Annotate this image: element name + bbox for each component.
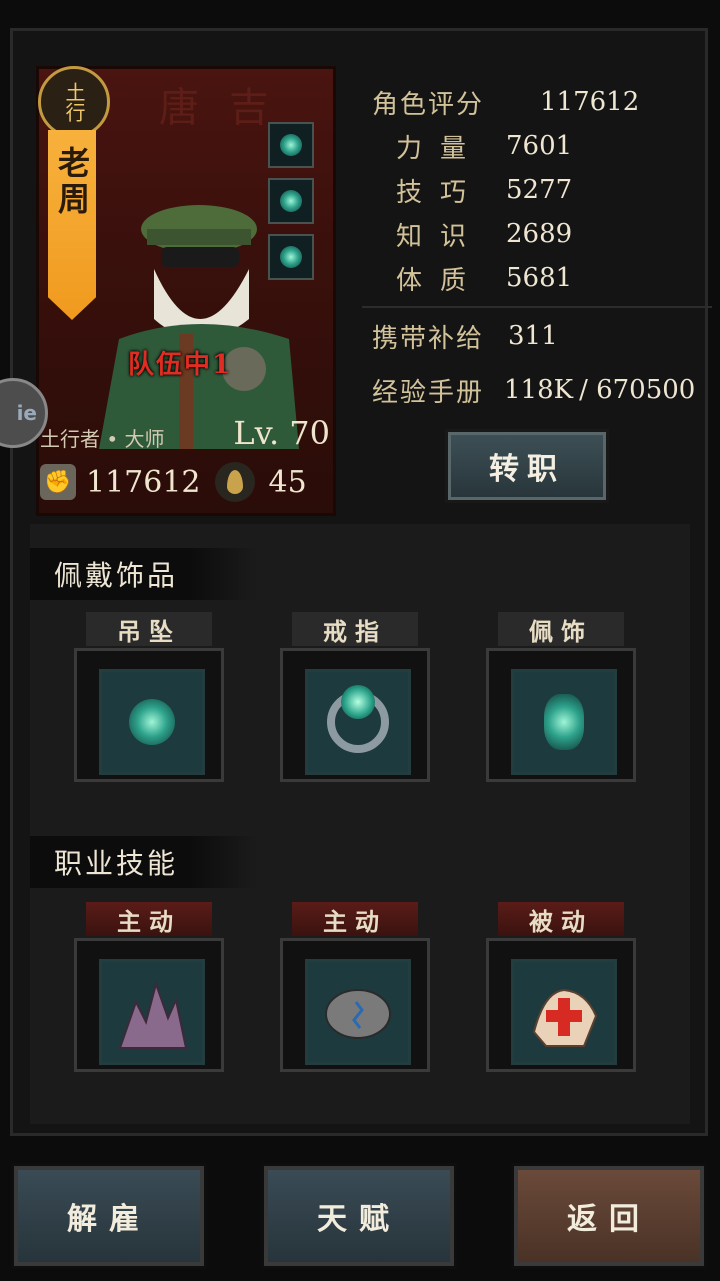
ring-slot[interactable]: 戒指 [280,612,430,782]
accessories-title: 佩戴饰品 [30,548,259,600]
ring-frame [280,648,430,782]
mini-ring-slot[interactable] [268,178,314,224]
mini-charm-slot[interactable] [268,234,314,280]
stats-divider [362,306,712,308]
pendant-inner [99,669,205,775]
skill-slot-2[interactable]: 主动 [280,902,430,1072]
dismiss-button[interactable]: 解雇 [14,1166,204,1266]
skill-2-frame [280,938,430,1072]
ring-inner [305,669,411,775]
pendant-label: 吊坠 [86,612,212,646]
exp-total: / 670500 [579,375,696,405]
stats-panel: 角色评分 117612 力量 7601 技巧 5277 知识 2689 体质 5… [362,80,712,412]
skill-1-label: 主动 [86,902,212,936]
mini-pendant-slot[interactable] [268,122,314,168]
skill-3-label: 被动 [498,902,624,936]
stat-strength: 力量 7601 [396,131,573,164]
stat-exp: 经验手册 118K / 670500 [372,375,696,408]
portrait-footer: 土行者 • 大师 Lv. 70 [40,408,330,452]
stat-constitution: 体质 5681 [396,263,573,296]
ring-icon [327,685,389,753]
skill-2-label: 主动 [292,902,418,936]
skills-title: 职业技能 [30,836,259,888]
power-value: 117612 [86,464,201,500]
bg-glyph: 吉 [229,85,269,131]
ring-icon [280,190,302,212]
skill-3-frame [486,938,636,1072]
flame-icon [214,462,255,502]
name-banner: 老周 [48,130,96,320]
character-name: 老周 [53,146,91,218]
charm-icon [280,246,302,268]
souls-value: 45 [268,464,307,500]
fist-icon: ✊ [40,464,76,500]
pendant-frame [74,648,224,782]
stat-knowledge: 知识 2689 [396,219,573,252]
level-text: Lv. 70 [233,414,330,452]
talent-button[interactable]: 天赋 [264,1166,454,1266]
skill-2-inner [305,959,411,1065]
stat-skill: 技巧 5277 [396,175,573,208]
class-badge: 土行 [38,66,110,138]
back-button[interactable]: 返回 [514,1166,704,1266]
charm-frame [486,648,636,782]
change-job-button[interactable]: 转职 [448,432,606,500]
ring-label: 戒指 [292,612,418,646]
pendant-icon [280,134,302,156]
power-row: ✊ 117612 45 [40,456,330,508]
pendant-icon [129,699,175,745]
pendant-slot[interactable]: 吊坠 [74,612,224,782]
exp-current: 118K [504,375,574,405]
charm-label: 佩饰 [498,612,624,646]
skill-slot-1[interactable]: 主动 [74,902,224,1072]
stone-fist-icon [325,989,391,1039]
skill-1-frame [74,938,224,1072]
bg-glyph: 唐 [159,85,199,131]
class-title: 土行者 • 大师 [40,427,165,451]
earth-spike-icon [118,980,188,1049]
skill-3-inner [511,959,617,1065]
skill-slot-3[interactable]: 被动 [486,902,636,1072]
equipment-skills-panel: 佩戴饰品 吊坠 戒指 佩饰 职业技能 主动 主动 被动 [30,524,690,1124]
skill-1-inner [99,959,205,1065]
charm-icon [544,694,584,750]
stat-supply: 携带补给 311 [372,321,558,354]
heal-hand-icon [532,988,598,1047]
team-status: 队伍中1 [128,350,233,380]
charm-slot[interactable]: 佩饰 [486,612,636,782]
charm-inner [511,669,617,775]
stat-rating: 角色评分 117612 [372,87,640,120]
